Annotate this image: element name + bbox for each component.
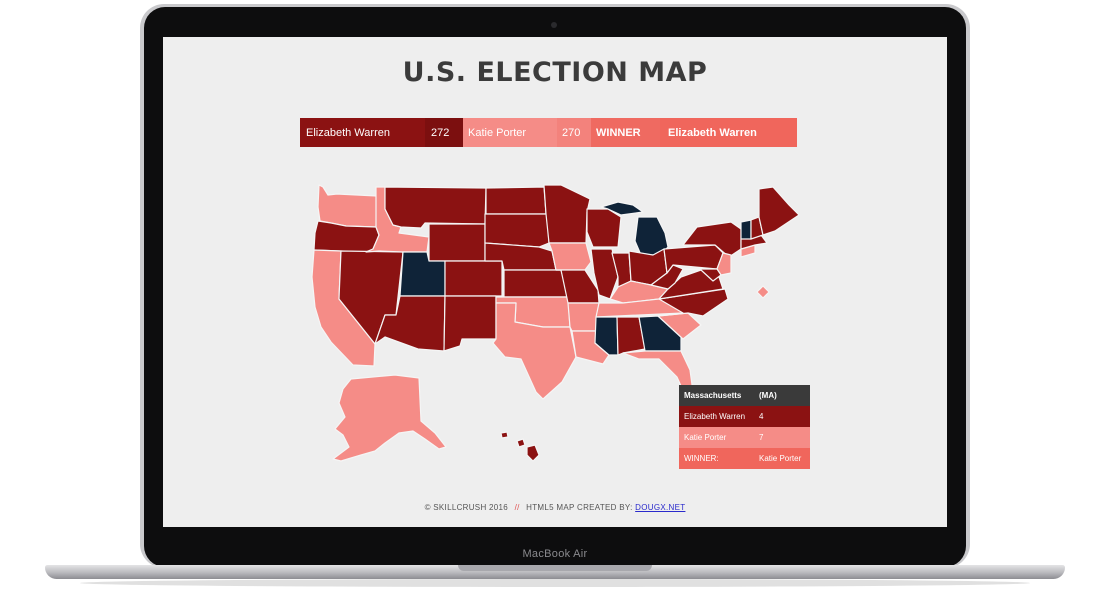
state-vt[interactable] — [740, 219, 752, 240]
camera-icon — [551, 22, 557, 28]
tooltip-state-name: Massachusetts — [684, 391, 742, 400]
screen: U.S. ELECTION MAP Elizabeth Warren 272 K… — [163, 37, 947, 527]
state-wi[interactable] — [586, 208, 622, 248]
footer-separator: // — [514, 503, 520, 512]
state-hi[interactable] — [516, 438, 526, 448]
laptop-shadow — [80, 579, 1030, 587]
tooltip-row-label: Elizabeth Warren — [684, 412, 746, 421]
state-me[interactable] — [758, 186, 800, 236]
tooltip-row-value: 7 — [759, 433, 764, 442]
footer-credit-link[interactable]: DOUGX.NET — [635, 503, 685, 512]
state-co[interactable] — [444, 260, 503, 297]
state-dc[interactable] — [756, 285, 770, 299]
state-nm[interactable] — [443, 295, 497, 352]
state-mn[interactable] — [543, 184, 591, 244]
model-label: MacBook Air — [522, 548, 588, 560]
tooltip-row-candidate2: Katie Porter 7 — [679, 427, 810, 448]
tooltip-row-value: Katie Porter — [759, 454, 802, 463]
tooltip-state-abbr: (MA) — [759, 391, 777, 400]
state-nd[interactable] — [485, 186, 547, 215]
tooltip-row-label: WINNER: — [684, 454, 719, 463]
state-sd[interactable] — [484, 213, 550, 248]
state-ia[interactable] — [548, 242, 592, 271]
state-ar[interactable] — [567, 302, 600, 332]
state-hi-3[interactable] — [526, 444, 540, 462]
state-wy[interactable] — [428, 223, 486, 262]
state-hi-2[interactable] — [500, 431, 509, 439]
state-mt[interactable] — [384, 186, 487, 229]
state-ks[interactable] — [503, 269, 569, 298]
state-wa[interactable] — [317, 184, 378, 228]
footer-copyright: © SKILLCRUSH 2016 — [424, 503, 509, 512]
tooltip-header: Massachusetts (MA) — [679, 385, 810, 406]
tooltip-row-candidate1: Elizabeth Warren 4 — [679, 406, 810, 427]
footer: © SKILLCRUSH 2016 // HTML5 MAP CREATED B… — [163, 503, 947, 512]
state-tooltip: Massachusetts (MA) Elizabeth Warren 4 Ka… — [679, 385, 810, 469]
state-ak[interactable] — [332, 374, 447, 462]
tooltip-row-winner: WINNER: Katie Porter — [679, 448, 810, 469]
us-map — [311, 184, 800, 462]
tooltip-row-label: Katie Porter — [684, 433, 727, 442]
laptop-base-notch — [458, 565, 652, 571]
tooltip-row-value: 4 — [759, 412, 764, 421]
footer-credit-prefix: HTML5 MAP CREATED BY: — [526, 503, 633, 512]
